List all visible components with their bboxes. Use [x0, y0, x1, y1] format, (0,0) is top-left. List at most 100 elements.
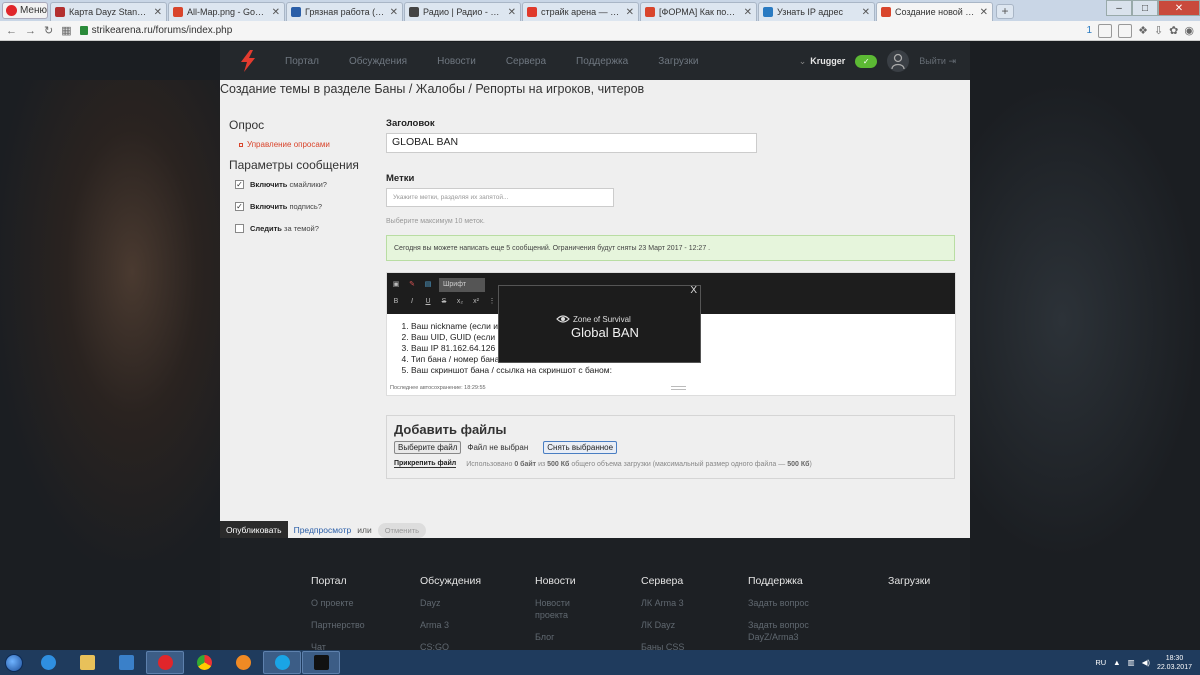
site-nav-link[interactable]: Обсуждения [349, 56, 407, 67]
title-input[interactable]: GLOBAL BAN [386, 133, 757, 153]
tray-arrow-icon[interactable]: ▲ [1113, 658, 1120, 667]
footer-link[interactable]: Новости проекта [535, 597, 580, 621]
footer-link[interactable]: Блог [535, 631, 625, 643]
checkbox[interactable] [235, 224, 244, 233]
network-icon[interactable]: ▥ [1128, 658, 1135, 667]
footer-link[interactable]: ЛК Dayz [641, 619, 731, 631]
speed-dial-icon[interactable]: ▦ [61, 24, 71, 37]
message-params-heading: Параметры сообщения [229, 158, 359, 172]
volume-icon[interactable]: ◀) [1142, 658, 1150, 667]
tags-input[interactable]: Укажите метки, разделяя их запятой... [386, 188, 614, 207]
browser-tab[interactable]: All-Map.png - Google Ди ✕ [168, 2, 285, 21]
minimize-button[interactable]: – [1106, 0, 1132, 16]
tab-close-icon[interactable]: ✕ [154, 7, 162, 18]
taskbar-explorer[interactable] [68, 651, 106, 674]
italic-icon[interactable]: I [407, 297, 417, 307]
site-nav-link[interactable]: Поддержка [576, 56, 628, 67]
preview-button[interactable]: Предпросмотр [294, 525, 352, 535]
extension-icon-2[interactable]: ✿ [1169, 24, 1178, 37]
browser-tab[interactable]: [ФОРМА] Как получить р ✕ [640, 2, 757, 21]
opera-menu-button[interactable]: Меню [2, 2, 48, 19]
tab-close-icon[interactable]: ✕ [626, 7, 634, 18]
url-field[interactable]: strikearena.ru/forums/index.php [79, 25, 1079, 36]
adblock-badge[interactable]: 1 [1087, 25, 1093, 36]
site-nav-link[interactable]: Загрузки [658, 56, 698, 67]
tab-close-icon[interactable]: ✕ [744, 7, 752, 18]
taskbar-skype[interactable] [263, 651, 301, 674]
cancel-button[interactable]: Отменить [377, 522, 426, 538]
footer-link[interactable]: CS:GO [420, 641, 510, 650]
download-icon[interactable]: ⇩ [1154, 24, 1163, 37]
shield-icon[interactable] [1098, 23, 1113, 38]
taskbar-app[interactable] [302, 651, 340, 674]
footer-link[interactable]: Задать вопрос [748, 597, 828, 609]
clock[interactable]: 18:30 22.03.2017 [1157, 654, 1192, 672]
message-option[interactable]: Следить за темой? [235, 224, 379, 233]
vpn-icon[interactable]: ◉ [1184, 24, 1194, 37]
site-logo-icon[interactable] [220, 42, 275, 80]
strikethrough-icon[interactable]: S [439, 297, 449, 307]
image-icon[interactable]: ▤ [423, 280, 433, 290]
taskbar-media[interactable] [107, 651, 145, 674]
new-tab-button[interactable]: + [996, 4, 1014, 19]
underline-icon[interactable]: U [423, 297, 433, 307]
checkbox[interactable]: ✓ [235, 180, 244, 189]
site-nav-link[interactable]: Портал [285, 56, 319, 67]
manage-polls-link[interactable]: Управление опросами [239, 140, 379, 149]
footer-link[interactable]: Dayz [420, 597, 510, 609]
bookmark-heart-icon[interactable] [1118, 23, 1133, 38]
maximize-button[interactable]: □ [1132, 0, 1158, 16]
remove-selected-button[interactable]: Снять выбранное [543, 441, 618, 454]
logout-link[interactable]: Выйти ⇥ [919, 56, 956, 67]
footer-link[interactable]: Чат [311, 641, 401, 650]
browser-tab[interactable]: Грязная работа (Сериал ✕ [286, 2, 403, 21]
checkbox[interactable]: ✓ [235, 202, 244, 211]
status-toggle[interactable]: ✓ [855, 54, 878, 68]
popup-close-button[interactable]: X [690, 285, 697, 296]
browser-tab[interactable]: страйк арена — Яндекс: ✕ [522, 2, 639, 21]
site-nav-link[interactable]: Сервера [506, 56, 546, 67]
back-icon[interactable]: ← [6, 25, 17, 37]
message-option[interactable]: ✓ Включить смайлики? [235, 180, 379, 189]
tab-close-icon[interactable]: ✕ [508, 7, 516, 18]
forward-icon[interactable]: → [25, 25, 36, 37]
footer-link[interactable]: Партнерство [311, 619, 401, 631]
attach-file-button[interactable]: Прикрепить файл [394, 460, 457, 468]
browser-tab[interactable]: Карта Dayz Standalone ✕ [50, 2, 167, 21]
publish-button[interactable]: Опубликовать [220, 521, 288, 539]
close-window-button[interactable]: ✕ [1158, 0, 1200, 16]
font-select[interactable]: Шрифт [439, 277, 485, 292]
footer-link[interactable]: Задать вопрос DayZ/Arma3 [748, 619, 828, 643]
footer-link[interactable]: Arma 3 [420, 619, 510, 631]
superscript-icon[interactable]: x² [471, 297, 481, 307]
browser-tab[interactable]: Узнать IP адрес ✕ [758, 2, 875, 21]
language-indicator[interactable]: RU [1095, 658, 1106, 667]
user-menu[interactable]: ⌄ Krugger [799, 56, 846, 67]
source-icon[interactable]: ▣ [391, 280, 401, 290]
taskbar-opera[interactable] [146, 651, 184, 674]
editor-resize-handle[interactable] [671, 386, 686, 390]
tab-close-icon[interactable]: ✕ [390, 7, 398, 18]
footer-link[interactable]: Баны CSS [641, 641, 731, 650]
browser-tab[interactable]: Создание новой темы - ✕ [876, 2, 993, 21]
bold-icon[interactable]: B [391, 297, 401, 307]
taskbar-firefox[interactable] [224, 651, 262, 674]
site-nav-link[interactable]: Новости [437, 56, 476, 67]
taskbar-ie[interactable] [29, 651, 67, 674]
browser-tab[interactable]: Радио | Радио - RECORD ✕ [404, 2, 521, 21]
start-button[interactable] [0, 650, 28, 675]
taskbar-chrome[interactable] [185, 651, 223, 674]
tab-close-icon[interactable]: ✕ [980, 7, 988, 18]
choose-file-button[interactable]: Выберите файл [394, 441, 462, 454]
subscript-icon[interactable]: x₂ [455, 297, 465, 307]
eraser-icon[interactable]: ✎ [407, 280, 417, 290]
avatar[interactable] [887, 50, 910, 72]
footer-link[interactable]: ЛК Arma 3 [641, 597, 731, 609]
tab-close-icon[interactable]: ✕ [862, 7, 870, 18]
extension-icon[interactable]: ❖ [1138, 24, 1148, 37]
message-option[interactable]: ✓ Включить подпись? [235, 202, 379, 211]
reload-icon[interactable]: ↻ [44, 24, 53, 37]
more-icon[interactable]: ⋮ [487, 297, 497, 307]
tab-close-icon[interactable]: ✕ [272, 7, 280, 18]
footer-link[interactable]: О проекте [311, 597, 401, 609]
